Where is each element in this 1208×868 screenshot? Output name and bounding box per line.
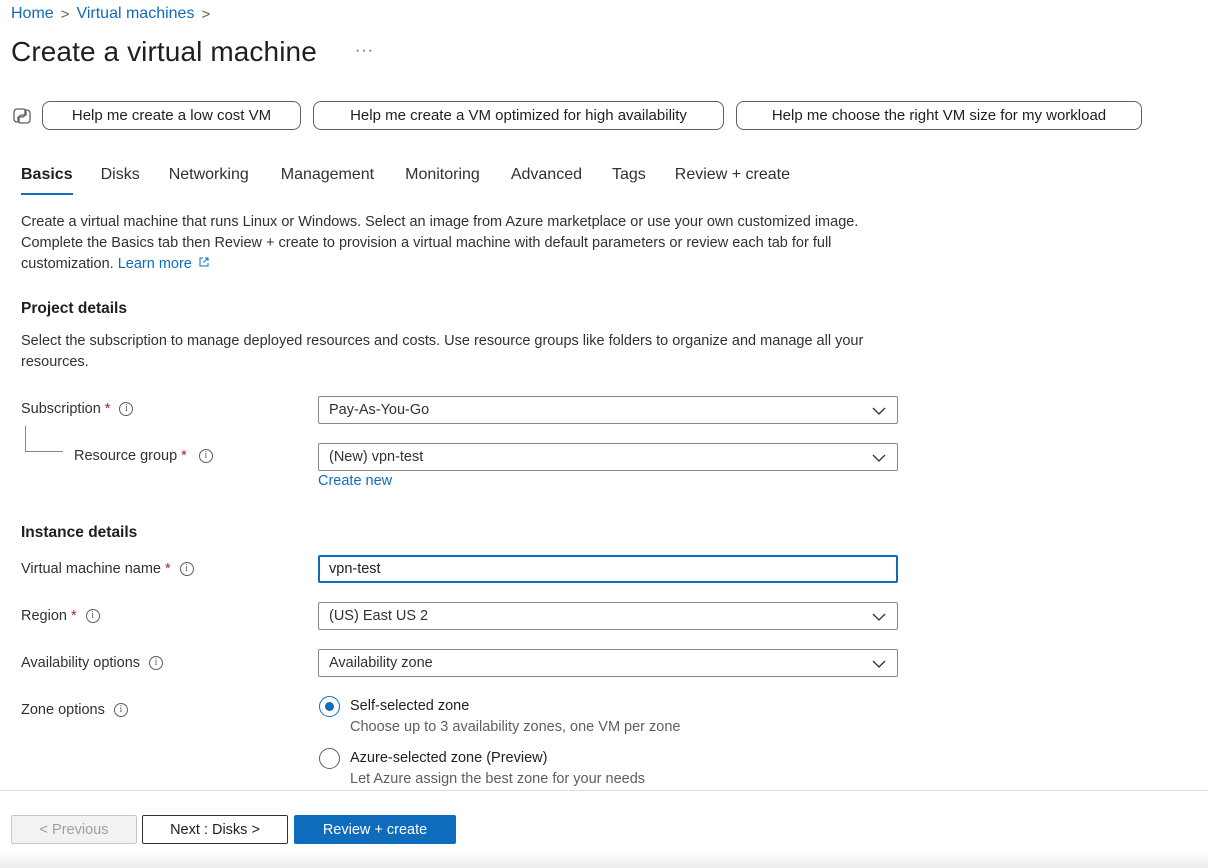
vm-name-input[interactable] — [318, 555, 898, 583]
tab-networking[interactable]: Networking — [169, 166, 249, 195]
vm-name-label: Virtual machine name * i — [21, 561, 194, 577]
availability-options-select[interactable]: Availability zone — [318, 649, 898, 677]
tree-connector — [25, 426, 63, 452]
previous-button[interactable]: < Previous — [11, 815, 137, 844]
tab-monitoring[interactable]: Monitoring — [405, 166, 480, 195]
info-icon[interactable]: i — [198, 449, 213, 463]
chevron-down-icon — [872, 407, 886, 415]
radio-label: Azure-selected zone (Preview) — [350, 750, 548, 766]
radio-button[interactable] — [319, 748, 340, 769]
project-details-heading: Project details — [21, 300, 127, 317]
radio-label: Self-selected zone — [350, 698, 470, 714]
info-icon[interactable]: i — [179, 562, 194, 576]
create-new-link[interactable]: Create new — [318, 473, 392, 489]
zone-option-azure-selected[interactable]: Azure-selected zone (Preview) Let Azure … — [319, 748, 645, 790]
tab-management[interactable]: Management — [281, 166, 374, 195]
external-link-icon — [199, 257, 209, 267]
subscription-select[interactable]: Pay-As-You-Go — [318, 396, 898, 424]
more-actions-button[interactable]: ··· — [355, 42, 374, 60]
page-title: Create a virtual machine — [11, 36, 317, 67]
region-select[interactable]: (US) East US 2 — [318, 602, 898, 630]
required-asterisk: * — [164, 561, 171, 577]
required-asterisk: * — [70, 608, 77, 624]
info-icon[interactable]: i — [149, 656, 164, 670]
required-asterisk: * — [104, 401, 111, 417]
tab-advanced[interactable]: Advanced — [511, 166, 582, 195]
review-create-button[interactable]: Review + create — [294, 815, 456, 844]
prompt-low-cost-vm-button[interactable]: Help me create a low cost VM — [42, 101, 301, 130]
wizard-tabs: Basics Disks Networking Management Monit… — [21, 166, 790, 195]
copilot-icon — [12, 106, 32, 126]
tab-basics[interactable]: Basics — [21, 166, 73, 195]
tab-review-create[interactable]: Review + create — [675, 166, 790, 195]
resource-group-select[interactable]: (New) vpn-test — [318, 443, 898, 471]
info-icon[interactable]: i — [113, 703, 128, 717]
radio-description: Choose up to 3 availability zones, one V… — [350, 719, 681, 735]
availability-options-label: Availability options i — [21, 655, 164, 671]
required-asterisk: * — [181, 448, 187, 464]
tab-disks[interactable]: Disks — [101, 166, 140, 195]
zone-option-self-selected[interactable]: Self-selected zone Choose up to 3 availa… — [319, 696, 680, 738]
subscription-label: Subscription * i — [21, 401, 134, 417]
breadcrumb-home-link[interactable]: Home — [11, 5, 54, 23]
breadcrumb-separator: > — [201, 5, 211, 23]
chevron-down-icon — [872, 613, 886, 621]
breadcrumb-virtual-machines-link[interactable]: Virtual machines — [76, 5, 194, 23]
info-icon[interactable]: i — [119, 402, 134, 416]
info-icon[interactable]: i — [85, 609, 100, 623]
prompt-vm-size-button[interactable]: Help me choose the right VM size for my … — [736, 101, 1142, 130]
tab-tags[interactable]: Tags — [612, 166, 646, 195]
instance-details-heading: Instance details — [21, 524, 138, 541]
footer-shadow — [0, 850, 1208, 868]
breadcrumb: Home > Virtual machines > — [11, 5, 217, 23]
radio-button[interactable] — [319, 696, 340, 717]
radio-description: Let Azure assign the best zone for your … — [350, 771, 646, 787]
zone-options-label: Zone options i — [21, 702, 128, 718]
chevron-down-icon — [872, 660, 886, 668]
intro-text: Create a virtual machine that runs Linux… — [21, 212, 891, 275]
breadcrumb-separator: > — [60, 5, 70, 23]
learn-more-link[interactable]: Learn more — [118, 256, 210, 272]
next-disks-button[interactable]: Next : Disks > — [142, 815, 288, 844]
prompt-high-availability-button[interactable]: Help me create a VM optimized for high a… — [313, 101, 724, 130]
resource-group-label: Resource group * i — [74, 448, 213, 464]
chevron-down-icon — [872, 454, 886, 462]
project-details-description: Select the subscription to manage deploy… — [21, 333, 864, 370]
region-label: Region * i — [21, 608, 100, 624]
